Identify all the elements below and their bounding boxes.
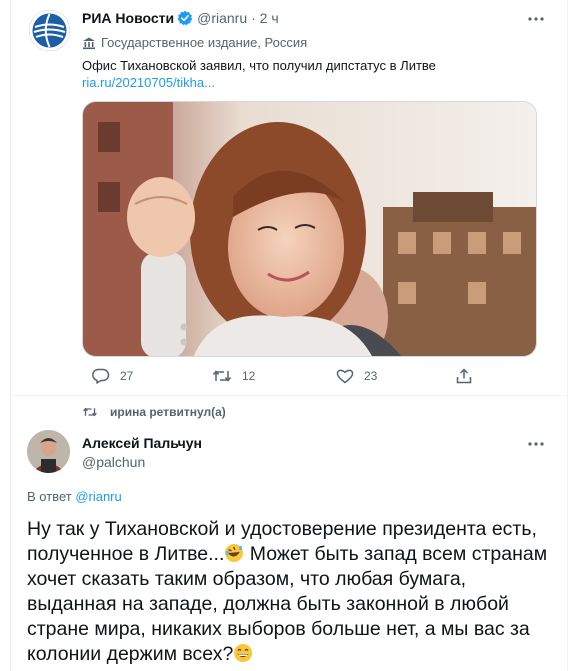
more-icon[interactable] [526,12,546,24]
share-button[interactable] [455,368,483,384]
avatar[interactable] [27,430,70,473]
ria-logo-avatar[interactable] [29,10,70,51]
more-icon[interactable] [526,437,546,449]
reply-context: В ответ @rianru [27,489,122,504]
reply-count: 27 [120,369,134,383]
tweet-header: РИА Новости @rianru · 2 ч [82,10,279,26]
tweet-text: Офис Тихановской заявил, что получил дип… [82,57,436,91]
tweet-text-line: Офис Тихановской заявил, что получил дип… [82,58,436,73]
like-count: 23 [364,369,378,383]
retweet-icon [212,370,232,382]
like-button[interactable]: 23 [336,368,377,384]
retweet-header-text: ирина ретвитнул(а) [110,405,226,419]
state-media-label[interactable]: Государственное издание, Россия [82,35,307,50]
tweet-link[interactable]: ria.ru/20210705/tikha... [82,74,436,91]
rofl-emoji-icon [224,543,244,563]
retweet-button[interactable]: 12 [212,368,255,384]
like-icon [336,369,354,384]
reply-prefix: В ответ [27,489,76,504]
author-name[interactable]: РИА Новости [82,10,174,26]
tweet-time[interactable]: · 2 ч [251,10,279,26]
verified-badge-icon [177,10,193,26]
retweet-icon [83,407,97,417]
tweet-ria[interactable]: РИА Новости @rianru · 2 ч Государственно… [11,0,567,396]
state-media-icon [83,37,95,49]
grin-emoji-icon [233,643,253,663]
state-media-text: Государственное издание, Россия [101,35,308,50]
reply-button[interactable]: 27 [92,368,133,384]
author-handle[interactable]: @palchun [82,454,145,470]
share-icon [456,368,472,384]
reply-to-link[interactable]: @rianru [75,489,121,504]
tweet-actions: 27 12 23 [82,368,482,388]
reply-icon [92,368,110,384]
author-name[interactable]: Алексей Пальчун [82,435,202,451]
tweet-photo[interactable] [82,101,537,357]
timeline-frame: РИА Новости @rianru · 2 ч Государственно… [10,0,568,671]
retweet-header[interactable]: ирина ретвитнул(а) [82,405,226,419]
retweet-count: 12 [242,369,256,383]
reply-tweet-text: Ну так у Тихановской и удостоверение пре… [27,517,552,667]
author-handle[interactable]: @rianru [197,10,247,26]
